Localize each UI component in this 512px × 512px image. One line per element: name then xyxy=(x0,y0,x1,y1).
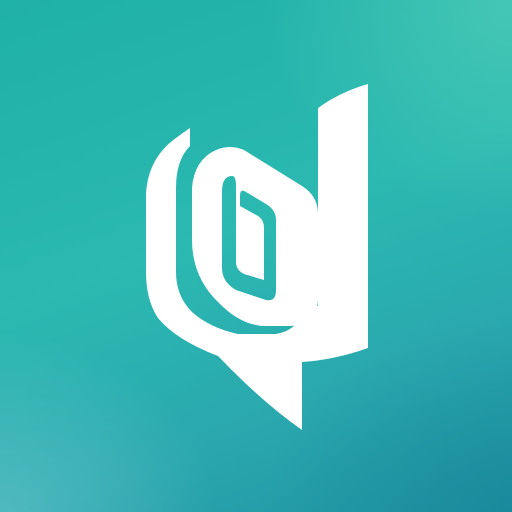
app-icon xyxy=(0,0,512,512)
logo-inner-shape xyxy=(192,147,318,326)
logo-mark-icon xyxy=(146,84,368,430)
